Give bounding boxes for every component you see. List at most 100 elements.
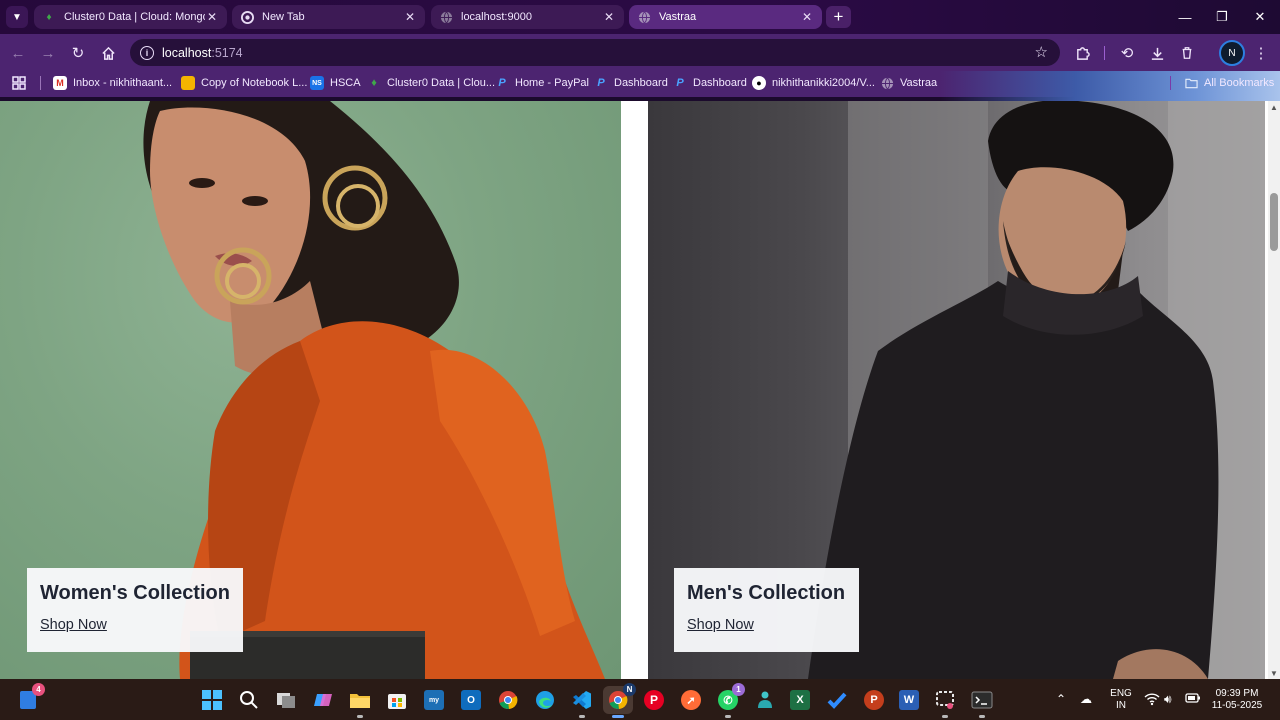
collection-title: Women's Collection: [40, 582, 230, 604]
word-button[interactable]: W: [895, 686, 923, 714]
powerpoint-icon: P: [864, 690, 884, 710]
bookmark-gmail[interactable]: M Inbox - nikhithaant...: [53, 71, 172, 95]
minimize-button[interactable]: —: [1170, 6, 1200, 28]
task-view-button[interactable]: [272, 686, 300, 714]
bookmark-label: Cluster0 Data | Clou...: [387, 77, 496, 89]
onedrive-cloud-icon[interactable]: ☁: [1080, 692, 1092, 706]
tab-localhost-9000[interactable]: localhost:9000 ✕: [431, 5, 624, 29]
excel-button[interactable]: X: [786, 686, 814, 714]
bookmark-mongodb[interactable]: ♦ Cluster0 Data | Clou...: [367, 71, 495, 95]
copilot-button[interactable]: [309, 686, 337, 714]
battery-icon[interactable]: [1185, 692, 1201, 707]
apps-grid-icon: [12, 76, 26, 90]
postman-button[interactable]: ➚: [677, 686, 705, 714]
bookmark-hsca[interactable]: NS HSCA: [310, 71, 361, 95]
shop-now-link[interactable]: Shop Now: [687, 617, 754, 633]
scroll-up-icon[interactable]: ▲: [1268, 101, 1280, 113]
language-indicator[interactable]: ENG IN: [1105, 688, 1137, 712]
snipping-tool-button[interactable]: [931, 686, 959, 718]
address-bar[interactable]: i localhost:5174 ☆: [130, 39, 1060, 66]
bookmark-notebook[interactable]: Copy of Notebook L...: [181, 71, 307, 95]
excel-icon: X: [790, 690, 810, 710]
word-icon: W: [899, 690, 919, 710]
whatsapp-button[interactable]: ✆ 1: [714, 683, 745, 718]
browser-menu-button[interactable]: ⋮: [1250, 42, 1272, 64]
bookmark-dashboard-2[interactable]: P Dashboard: [673, 71, 747, 95]
history-button[interactable]: ⟲: [1116, 42, 1138, 64]
shop-now-link[interactable]: Shop Now: [40, 617, 107, 633]
file-explorer-button[interactable]: [346, 686, 374, 718]
apps-button[interactable]: [12, 71, 26, 95]
mysql-workbench-button[interactable]: my: [420, 686, 448, 714]
clock[interactable]: 09:39 PM 11-05-2025: [1208, 688, 1266, 712]
tab-search-button[interactable]: ▼: [6, 6, 28, 28]
bookmark-github[interactable]: ● nikhithanikki2004/V...: [752, 71, 875, 95]
terminal-button[interactable]: [968, 686, 996, 718]
plus-icon: +: [833, 7, 844, 26]
women-collection-card[interactable]: Women's Collection Shop Now: [0, 101, 621, 679]
bookmark-dashboard-1[interactable]: P Dashboard: [594, 71, 668, 95]
microsoft-store-button[interactable]: [383, 686, 411, 714]
volume-icon[interactable]: 🔊︎: [1164, 692, 1172, 707]
wifi-icon[interactable]: [1144, 692, 1160, 709]
chrome-button[interactable]: [494, 686, 522, 714]
tab-vastraa[interactable]: Vastraa ✕: [629, 5, 822, 29]
bookmark-label: Dashboard: [693, 77, 747, 89]
bookmark-label: Vastraa: [900, 77, 938, 89]
home-button[interactable]: [97, 42, 119, 64]
vertical-scrollbar[interactable]: [1268, 101, 1280, 679]
terminal-icon: [971, 691, 993, 709]
gmail-icon: M: [53, 76, 67, 90]
close-icon[interactable]: ✕: [800, 10, 814, 24]
bookmarks-divider: [40, 76, 41, 90]
clock-date: 11-05-2025: [1211, 700, 1263, 711]
chrome-profile-button[interactable]: N: [603, 683, 636, 718]
todo-button[interactable]: [823, 686, 851, 714]
mysql-icon: my: [424, 690, 444, 710]
close-icon[interactable]: ✕: [602, 10, 616, 24]
globe-icon: [637, 10, 651, 24]
bookmark-paypal-home[interactable]: P Home - PayPal: [495, 71, 589, 95]
chevron-up-icon[interactable]: ⌃: [1056, 692, 1066, 706]
bookmark-vastraa[interactable]: Vastraa: [880, 71, 937, 95]
reload-button[interactable]: ↻: [67, 42, 89, 64]
tab-new-tab[interactable]: New Tab ✕: [232, 5, 425, 29]
downloads-button[interactable]: [1146, 42, 1168, 64]
search-icon: [240, 691, 258, 709]
outlook-icon: O: [461, 690, 481, 710]
pinterest-button[interactable]: P: [640, 686, 668, 714]
bookmark-star-icon[interactable]: ☆: [1035, 43, 1048, 61]
bookmark-label: Dashboard: [614, 77, 668, 89]
chrome-icon: [240, 10, 254, 24]
powerpoint-button[interactable]: P: [860, 686, 888, 714]
extensions-button[interactable]: [1071, 42, 1093, 64]
scrollbar-thumb[interactable]: [1270, 193, 1278, 251]
all-bookmarks-button[interactable]: All Bookmarks: [1184, 71, 1274, 95]
men-collection-card[interactable]: Men's Collection Shop Now: [648, 101, 1265, 679]
maximize-button[interactable]: ❐: [1207, 6, 1237, 28]
teams-button[interactable]: [749, 686, 777, 714]
new-tab-button[interactable]: +: [826, 6, 851, 28]
paypal-icon: P: [597, 77, 605, 89]
start-button[interactable]: [198, 686, 226, 714]
arrow-right-icon: →: [40, 44, 56, 62]
arrow-left-icon: ←: [10, 44, 26, 62]
vscode-button[interactable]: [568, 686, 596, 718]
widgets-button[interactable]: 4: [14, 683, 45, 714]
close-icon[interactable]: ✕: [403, 10, 417, 24]
close-icon[interactable]: ✕: [205, 10, 219, 24]
back-button[interactable]: ←: [7, 42, 29, 64]
edge-button[interactable]: [531, 686, 559, 714]
bookmark-label: HSCA: [330, 77, 361, 89]
scroll-down-icon[interactable]: ▼: [1268, 667, 1280, 679]
tab-title: localhost:9000: [461, 11, 532, 23]
outlook-button[interactable]: O: [457, 686, 485, 714]
teams-people-icon: [758, 691, 772, 708]
search-button[interactable]: [235, 686, 263, 714]
profile-avatar[interactable]: N: [1219, 40, 1245, 66]
tab-mongodb[interactable]: ♦ Cluster0 Data | Cloud: MongoDB ✕: [34, 5, 227, 29]
close-window-button[interactable]: ✕: [1245, 6, 1275, 28]
site-info-icon[interactable]: i: [140, 45, 154, 60]
delete-button[interactable]: [1176, 42, 1198, 64]
forward-button[interactable]: →: [37, 42, 59, 64]
